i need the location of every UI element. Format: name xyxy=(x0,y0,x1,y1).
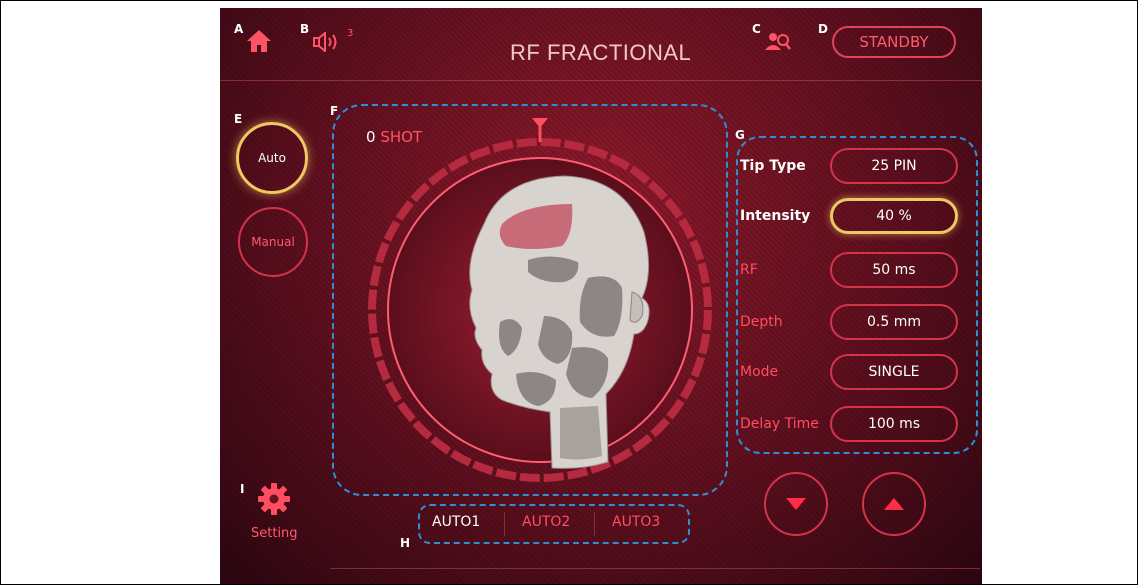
tab-auto1[interactable]: AUTO1 xyxy=(432,514,480,530)
triangle-up-icon xyxy=(884,498,904,510)
page-title: RF FRACTIONAL xyxy=(510,40,692,65)
bottom-panel-line xyxy=(330,568,980,569)
annotation-h: H xyxy=(400,536,411,550)
annotation-e: E xyxy=(234,112,243,126)
decrease-button[interactable] xyxy=(764,472,828,536)
tip-type-label: Tip Type xyxy=(740,158,806,174)
face-zone-dial[interactable] xyxy=(352,112,728,488)
gear-icon[interactable] xyxy=(257,482,291,516)
depth-value[interactable]: 0.5 mm xyxy=(830,304,958,340)
volume-level: 3 xyxy=(347,28,354,39)
tab-divider xyxy=(594,512,595,536)
device-screen: A B 3 RF FRACTIONAL C D STANDBY E Auto M… xyxy=(220,8,982,584)
increase-button[interactable] xyxy=(862,472,926,536)
manual-mode-button[interactable]: Manual xyxy=(238,207,308,277)
mode-label: Mode xyxy=(740,364,779,380)
auto-mode-label: Auto xyxy=(258,151,286,165)
tip-type-value[interactable]: 25 PIN xyxy=(830,148,958,184)
tab-auto3[interactable]: AUTO3 xyxy=(612,514,660,530)
annotation-b: B xyxy=(300,22,310,36)
rf-value[interactable]: 50 ms xyxy=(830,252,958,288)
auto-mode-button[interactable]: Auto xyxy=(236,122,308,194)
annotation-a: A xyxy=(234,22,244,36)
triangle-down-icon xyxy=(786,498,806,510)
depth-label: Depth xyxy=(740,314,783,330)
mode-value[interactable]: SINGLE xyxy=(830,354,958,390)
tab-auto2[interactable]: AUTO2 xyxy=(522,514,570,530)
rf-label: RF xyxy=(740,262,758,278)
intensity-label: Intensity xyxy=(740,208,811,224)
setting-label[interactable]: Setting xyxy=(251,526,298,541)
delay-time-label: Delay Time xyxy=(740,416,819,432)
manual-mode-label: Manual xyxy=(251,235,295,249)
status-button[interactable]: STANDBY xyxy=(832,26,956,58)
annotation-c: C xyxy=(752,22,761,36)
search-user-icon[interactable] xyxy=(764,30,792,54)
annotation-i: I xyxy=(240,482,245,496)
home-icon[interactable] xyxy=(246,28,272,54)
tab-divider xyxy=(504,512,505,536)
delay-time-value[interactable]: 100 ms xyxy=(830,406,958,442)
annotation-d: D xyxy=(818,22,828,36)
annotation-g: G xyxy=(735,128,745,142)
speaker-icon[interactable] xyxy=(313,30,343,54)
intensity-value[interactable]: 40 % xyxy=(830,198,958,234)
